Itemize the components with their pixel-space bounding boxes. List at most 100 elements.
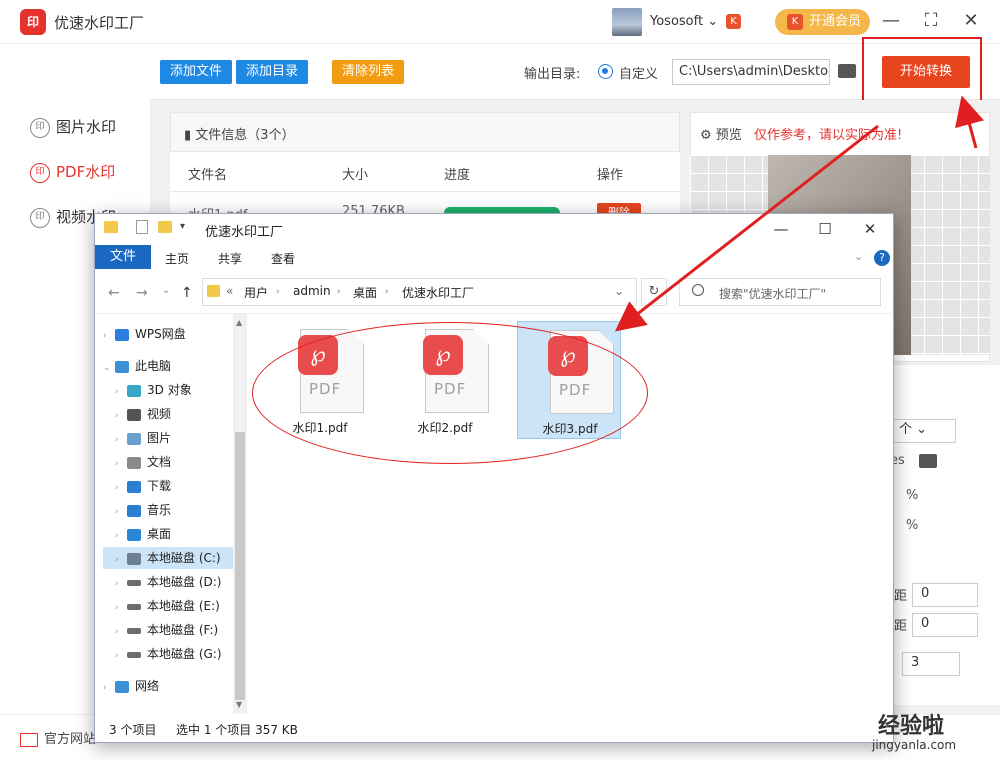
new-folder-icon[interactable] bbox=[158, 221, 172, 233]
column-header-size: 大小 bbox=[342, 168, 369, 183]
folder-icon[interactable] bbox=[919, 454, 937, 468]
search-placeholder: 搜索"优速水印工厂" bbox=[719, 287, 827, 301]
chevron-right-icon[interactable]: › bbox=[337, 287, 341, 297]
network-icon bbox=[115, 680, 129, 693]
drive-icon bbox=[127, 579, 141, 586]
close-icon[interactable]: ✕ bbox=[855, 217, 885, 241]
refresh-icon[interactable]: ↻ bbox=[641, 278, 667, 306]
chevron-right-icon[interactable]: › bbox=[385, 287, 389, 297]
add-directory-button[interactable]: 添加目录 bbox=[236, 60, 308, 84]
scroll-up-icon[interactable]: ▲ bbox=[236, 318, 242, 327]
minimize-icon[interactable]: — bbox=[766, 217, 796, 241]
minimize-icon[interactable]: — bbox=[878, 8, 904, 34]
value-input-3[interactable]: 3 bbox=[902, 652, 960, 676]
quick-access-dropdown-icon[interactable]: ▾ bbox=[180, 221, 185, 232]
desktop-icon bbox=[127, 528, 141, 541]
settings-select[interactable]: 个 ⌄ bbox=[890, 419, 956, 443]
custom-radio-label[interactable]: 自定义 bbox=[619, 63, 658, 82]
clear-list-button[interactable]: 清除列表 bbox=[332, 60, 404, 84]
sidebar-item-pdf-watermark[interactable]: 印 PDF水印 bbox=[30, 160, 150, 184]
custom-radio[interactable] bbox=[598, 64, 613, 79]
annotation-ellipse bbox=[252, 322, 648, 464]
tree-item-wps-cloud[interactable]: › WPS网盘 bbox=[103, 323, 233, 345]
ribbon-expand-icon[interactable]: ⌄ bbox=[854, 250, 863, 263]
preview-label: ⚙ 预览 bbox=[700, 128, 742, 143]
tree-item-drive-e[interactable]: › 本地磁盘 (E:) bbox=[103, 595, 233, 617]
chevron-right-icon[interactable]: › bbox=[276, 287, 280, 297]
sidebar-item-image-watermark[interactable]: 印图片水印 bbox=[30, 115, 150, 139]
forward-icon[interactable]: → bbox=[136, 285, 148, 301]
tree-item-drive-d[interactable]: › 本地磁盘 (D:) bbox=[103, 571, 233, 593]
tree-item-downloads[interactable]: › 下载 bbox=[103, 475, 233, 497]
annotation-highlight-box bbox=[862, 37, 982, 102]
username-label[interactable]: Yososoft ⌄ bbox=[650, 14, 718, 29]
tree-item-videos[interactable]: › 视频 bbox=[103, 403, 233, 425]
breadcrumb-overflow[interactable]: « bbox=[226, 284, 233, 298]
folder-icon[interactable] bbox=[838, 64, 856, 78]
back-icon[interactable]: ← bbox=[108, 285, 120, 301]
tree-item-music[interactable]: › 音乐 bbox=[103, 499, 233, 521]
explorer-title: 优速水印工厂 bbox=[205, 225, 284, 240]
breadcrumb-users[interactable]: 用户 bbox=[244, 284, 268, 301]
up-icon[interactable]: ↑ bbox=[181, 285, 193, 301]
properties-icon[interactable] bbox=[136, 220, 148, 234]
add-file-button[interactable]: 添加文件 bbox=[160, 60, 232, 84]
close-icon[interactable]: ✕ bbox=[958, 8, 984, 34]
tree-item-drive-c[interactable]: › 本地磁盘 (C:) bbox=[103, 547, 233, 569]
music-icon bbox=[127, 504, 141, 517]
column-header-action: 操作 bbox=[597, 168, 624, 183]
drive-icon bbox=[127, 627, 141, 634]
watermark-icon: 印 bbox=[30, 117, 50, 138]
column-header-progress: 进度 bbox=[444, 168, 471, 183]
watermark-icon: 印 bbox=[30, 162, 50, 183]
explorer-ribbon-tabs bbox=[95, 245, 893, 269]
app-title: 优速水印工厂 bbox=[54, 14, 145, 32]
vip-button[interactable]: K 开通会员 bbox=[775, 9, 870, 35]
spacing-input-2[interactable]: 0 bbox=[912, 613, 978, 637]
tree-item-drive-f[interactable]: › 本地磁盘 (F:) bbox=[103, 619, 233, 641]
breadcrumb-desktop[interactable]: 桌面 bbox=[353, 284, 377, 301]
tree-item-drive-g[interactable]: › 本地磁盘 (G:) bbox=[103, 643, 233, 665]
scroll-down-icon[interactable]: ▼ bbox=[236, 700, 242, 709]
avatar[interactable] bbox=[612, 8, 642, 36]
tab-home[interactable]: 主页 bbox=[165, 250, 189, 267]
address-dropdown-icon[interactable]: ⌄ bbox=[614, 284, 624, 298]
status-selection: 选中 1 个项目 357 KB bbox=[176, 723, 298, 737]
recent-dropdown-icon[interactable]: ⌄ bbox=[162, 285, 170, 296]
help-icon[interactable]: ? bbox=[874, 250, 890, 266]
unit-label: % bbox=[906, 488, 919, 503]
watermark-icon: 印 bbox=[30, 207, 50, 228]
computer-icon bbox=[115, 360, 129, 373]
site-watermark: 经验啦 bbox=[878, 714, 945, 739]
preview-warning: 仅作参考，请以实际为准! bbox=[754, 128, 903, 143]
tree-item-network[interactable]: › 网络 bbox=[103, 675, 233, 697]
drive-icon bbox=[127, 603, 141, 610]
spacing-label: 距 bbox=[894, 589, 908, 604]
breadcrumb-current[interactable]: 优速水印工厂 bbox=[402, 284, 474, 301]
tree-item-this-pc[interactable]: ⌄ 此电脑 bbox=[103, 355, 233, 377]
app-logo-icon: 印 bbox=[20, 9, 46, 35]
folder-icon bbox=[207, 285, 220, 297]
tab-view[interactable]: 查看 bbox=[271, 250, 295, 267]
tree-item-desktop[interactable]: › 桌面 bbox=[103, 523, 233, 545]
official-site-link[interactable]: 官方网站 bbox=[20, 728, 96, 747]
file-info-title: ▮ 文件信息（3个） bbox=[184, 128, 295, 143]
tree-item-pictures[interactable]: › 图片 bbox=[103, 427, 233, 449]
tab-share[interactable]: 共享 bbox=[218, 250, 242, 267]
tab-file[interactable]: 文件 bbox=[95, 245, 151, 269]
output-dir-label: 输出目录: bbox=[524, 67, 581, 82]
picture-icon bbox=[127, 432, 141, 445]
vip-icon: K bbox=[726, 14, 741, 29]
scrollbar-thumb[interactable] bbox=[235, 432, 245, 700]
spacing-input-1[interactable]: 0 bbox=[912, 583, 978, 607]
maximize-icon[interactable]: ☐ bbox=[810, 217, 840, 241]
site-icon bbox=[20, 732, 38, 747]
breadcrumb-admin[interactable]: admin bbox=[293, 284, 331, 298]
tree-item-3d-objects[interactable]: › 3D 对象 bbox=[103, 379, 233, 401]
tree-item-documents[interactable]: › 文档 bbox=[103, 451, 233, 473]
maximize-icon[interactable]: ⛶ bbox=[918, 8, 944, 34]
cloud-icon bbox=[115, 328, 129, 341]
film-icon bbox=[127, 408, 141, 421]
output-path-input[interactable]: C:\Users\admin\Deskto bbox=[672, 59, 830, 85]
document-icon bbox=[127, 456, 141, 469]
